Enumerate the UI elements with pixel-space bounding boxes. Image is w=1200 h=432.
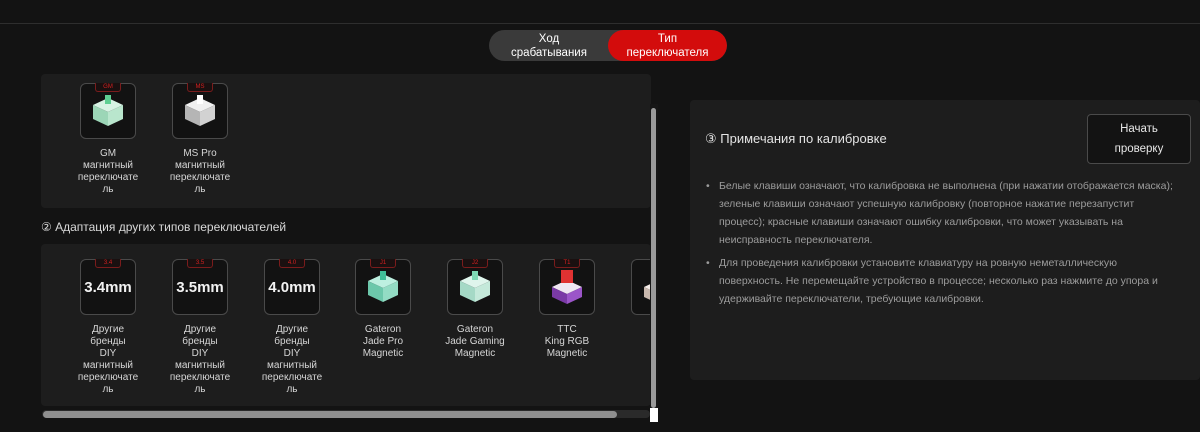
travel-label: 3.4mm [84, 279, 132, 296]
switch-tag: MS [187, 83, 213, 92]
switch-option-jade-pro[interactable]: J1 Gateron Jade Pro Magnetic [348, 259, 418, 360]
switch-name: Gateron Jade Pro Magnetic [362, 324, 404, 359]
switch-tag: T1 [554, 259, 580, 268]
mode-tab-switch: Ход срабатывания Тип переключателя [489, 30, 727, 61]
start-check-button[interactable]: Начать проверку [1087, 114, 1191, 164]
switch-tile: T1 [539, 259, 595, 315]
switch-option-gm[interactable]: GM GM магнитный переключате ль [73, 83, 143, 196]
button-label: проверку [1114, 143, 1164, 155]
travel-label: 3.5mm [176, 279, 224, 296]
switch-name: Другие бренды DIY магнитный переключате … [77, 324, 139, 395]
top-divider [0, 23, 1200, 24]
jade-switch-icon [368, 271, 398, 302]
switch-tile: 4.0 4.0mm [264, 259, 320, 315]
switch-tag: 4.0 [279, 259, 305, 268]
switch-tile: GM [80, 83, 136, 139]
tab-label: Ход [538, 32, 560, 45]
switch-option-3-4mm[interactable]: 3.4 3.4mm Другие бренды DIY магнитный пе… [73, 259, 143, 396]
switch-tile: 3.5 3.5mm [172, 259, 228, 315]
switch-tile [631, 259, 651, 315]
switch-name: MS Pro магнитный переключате ль [169, 148, 231, 195]
tab-label: Тип [657, 32, 678, 45]
switch-option-3-5mm[interactable]: 3.5 3.5mm Другие бренды DIY магнитный пе… [165, 259, 235, 396]
button-label: Начать [1120, 123, 1158, 135]
horizontal-scrollbar[interactable] [43, 411, 617, 418]
switch-tag: 3.4 [95, 259, 121, 268]
magnetic-switch-panel: GM GM магнитный переключате ль MS MS Pro… [41, 74, 651, 208]
switch-name: GM магнитный переключате ль [77, 148, 139, 195]
bullet-icon: • [706, 257, 710, 269]
other-switch-panel: 3.4 3.4mm Другие бренды DIY магнитный пе… [41, 244, 651, 406]
scrollbar-corner [650, 408, 658, 422]
tab-actuation-travel[interactable]: Ход срабатывания [489, 30, 609, 61]
switch-tile: 3.4 3.4mm [80, 259, 136, 315]
jade-gaming-switch-icon [460, 271, 490, 302]
switch-tag: J1 [370, 259, 396, 268]
tab-switch-type[interactable]: Тип переключателя [608, 30, 727, 61]
ttc-king-switch-icon [552, 270, 582, 304]
switch-option-ms-pro[interactable]: MS MS Pro магнитный переключате ль [165, 83, 235, 196]
switch-name: TTC King RGB Magnetic [544, 324, 590, 359]
notes-title: ③ Примечания по калибровке [705, 131, 887, 146]
switch-tag: 3.5 [187, 259, 213, 268]
switch-tile: J1 [355, 259, 411, 315]
tab-label: переключателя [626, 46, 709, 59]
switch-tile: MS [172, 83, 228, 139]
bullet-icon: • [706, 180, 710, 192]
white-switch-icon [185, 95, 215, 126]
calibration-notes-panel: ③ Примечания по калибровке Начать провер… [690, 100, 1200, 380]
switch-option-4-0mm[interactable]: 4.0 4.0mm Другие бренды DIY магнитный пе… [257, 259, 327, 396]
switch-option-jade-gaming[interactable]: J2 Gateron Jade Gaming Magnetic [440, 259, 510, 360]
switch-name: Другие бренды DIY магнитный переключате … [261, 324, 323, 395]
other-switches-title: ② Адаптация других типов переключателей [41, 220, 287, 234]
switch-name: Другие бренды DIY магнитный переключате … [169, 324, 231, 395]
switch-option-ttc-gaming[interactable]: TT Gar Mag [624, 259, 651, 360]
switch-name: Gateron Jade Gaming Magnetic [445, 324, 505, 359]
note-item: • Белые клавиши означают, что калибровка… [706, 177, 1176, 249]
switch-tag: J2 [462, 259, 488, 268]
switch-option-ttc-king-rgb[interactable]: T1 TTC King RGB Magnetic [532, 259, 602, 360]
ttc-partial-switch-icon [644, 283, 651, 301]
switch-list-area: GM GM магнитный переключате ль MS MS Pro… [26, 74, 660, 424]
switch-tag: GM [95, 83, 121, 92]
tab-label: срабатывания [511, 46, 587, 59]
switch-name: TT Gar Mag [624, 324, 651, 360]
green-switch-icon [93, 95, 123, 126]
vertical-scrollbar[interactable] [651, 108, 656, 408]
travel-label: 4.0mm [268, 279, 316, 296]
note-item: • Для проведения калибровки установите к… [706, 254, 1176, 308]
switch-tile: J2 [447, 259, 503, 315]
